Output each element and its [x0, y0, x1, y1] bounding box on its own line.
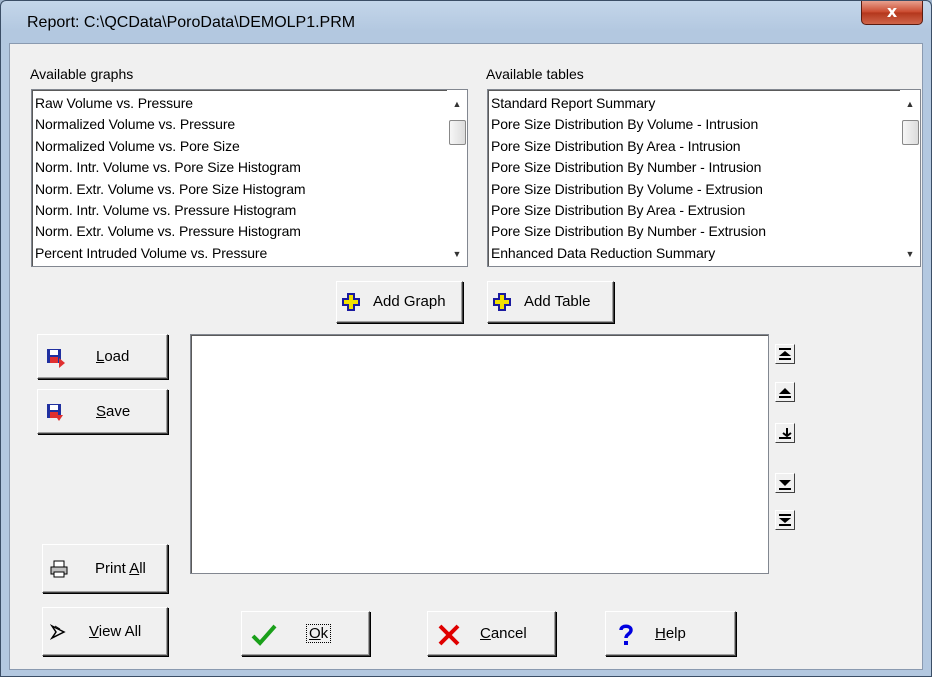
list-item[interactable]: Pore Size Distribution By Number - Extru…: [491, 221, 898, 242]
list-item[interactable]: Raw Volume vs. Pressure: [35, 93, 445, 114]
plus-icon: [493, 293, 511, 311]
plus-icon: [342, 293, 360, 311]
tables-scrollbar[interactable]: ▲ ▼: [900, 90, 920, 266]
dialog-body: Available graphs Raw Volume vs. Pressure…: [9, 43, 923, 670]
floppy-save-icon: [47, 404, 63, 421]
list-item[interactable]: Norm. Extr. Volume vs. Pressure Histogra…: [35, 221, 445, 242]
available-graphs-label: Available graphs: [30, 66, 134, 82]
scroll-up-arrow-icon[interactable]: ▲: [447, 96, 467, 112]
floppy-load-icon: [47, 349, 65, 368]
move-to-bottom-button[interactable]: [775, 510, 795, 530]
add-table-label: Add Table: [524, 293, 591, 310]
view-arrow-icon: [50, 624, 66, 640]
list-item[interactable]: Norm. Intr. Volume vs. Pressure Histogra…: [35, 200, 445, 221]
available-tables-items: Standard Report Summary Pore Size Distrib…: [491, 93, 898, 264]
question-icon: [619, 624, 633, 645]
list-item[interactable]: Standard Report Summary: [491, 93, 898, 114]
x-icon: [438, 624, 460, 646]
close-button[interactable]: x: [861, 1, 923, 25]
ok-label: Ok: [306, 624, 332, 643]
list-item[interactable]: Normalized Volume vs. Pore Size: [35, 136, 445, 157]
printer-icon: [50, 560, 68, 578]
available-tables-list[interactable]: Standard Report Summary Pore Size Distrib…: [487, 89, 921, 267]
print-all-label: Print All: [95, 560, 146, 577]
help-label: Help: [655, 625, 686, 642]
help-button[interactable]: Help: [605, 611, 736, 656]
add-graph-label: Add Graph: [373, 293, 446, 310]
save-button[interactable]: Save: [37, 389, 168, 434]
window-title: Report: C:\QCData\PoroData\DEMOLP1.PRM: [27, 14, 356, 31]
close-icon: x: [886, 2, 898, 21]
available-graphs-list[interactable]: Raw Volume vs. Pressure Normalized Volume…: [31, 89, 468, 267]
print-all-button[interactable]: Print All: [42, 544, 168, 593]
scroll-down-arrow-icon[interactable]: ▼: [447, 246, 467, 262]
list-item[interactable]: Norm. Extr. Volume vs. Pore Size Histogr…: [35, 179, 445, 200]
graphs-scrollbar[interactable]: ▲ ▼: [447, 90, 467, 266]
checkmark-icon: [251, 624, 277, 646]
move-down-icon: [779, 480, 791, 490]
move-up-icon: [779, 388, 791, 398]
load-label: Load: [96, 348, 130, 365]
scroll-thumb[interactable]: [902, 120, 919, 145]
list-item[interactable]: Normalized Volume vs. Pressure: [35, 114, 445, 135]
move-to-top-icon: [779, 348, 791, 360]
insert-button[interactable]: [775, 423, 795, 443]
report-dialog: Report: C:\QCData\PoroData\DEMOLP1.PRM x…: [0, 0, 932, 677]
cancel-button[interactable]: Cancel: [427, 611, 556, 656]
title-bar[interactable]: Report: C:\QCData\PoroData\DEMOLP1.PRM x: [1, 1, 931, 43]
move-to-top-button[interactable]: [775, 344, 795, 364]
list-item[interactable]: Norm. Intr. Volume vs. Pore Size Histogr…: [35, 157, 445, 178]
view-all-label: View All: [89, 623, 142, 640]
move-to-bottom-icon: [779, 514, 791, 526]
list-item[interactable]: Pore Size Distribution By Area - Extrusi…: [491, 200, 898, 221]
load-button[interactable]: Load: [37, 334, 168, 379]
list-item[interactable]: Pore Size Distribution By Volume - Extru…: [491, 179, 898, 200]
scroll-thumb[interactable]: [449, 120, 466, 145]
cancel-label: Cancel: [480, 625, 527, 642]
save-label: Save: [96, 403, 131, 420]
add-table-button[interactable]: Add Table: [487, 281, 614, 323]
available-tables-label: Available tables: [486, 66, 584, 82]
scroll-up-arrow-icon[interactable]: ▲: [900, 96, 920, 112]
report-items-list[interactable]: [190, 334, 769, 574]
scroll-down-arrow-icon[interactable]: ▼: [900, 246, 920, 262]
list-item[interactable]: Enhanced Data Reduction Summary: [491, 243, 898, 264]
add-graph-button[interactable]: Add Graph: [336, 281, 463, 323]
available-graphs-items: Raw Volume vs. Pressure Normalized Volume…: [35, 93, 445, 264]
list-item[interactable]: Percent Intruded Volume vs. Pressure: [35, 243, 445, 264]
list-item[interactable]: Pore Size Distribution By Number - Intru…: [491, 157, 898, 178]
view-all-button[interactable]: View All: [42, 607, 168, 656]
ok-button[interactable]: Ok: [241, 611, 370, 656]
list-item[interactable]: Pore Size Distribution By Area - Intrusi…: [491, 136, 898, 157]
move-down-button[interactable]: [775, 473, 795, 493]
move-up-button[interactable]: [775, 382, 795, 402]
list-item[interactable]: Pore Size Distribution By Volume - Intru…: [491, 114, 898, 135]
insert-icon: [779, 428, 792, 439]
